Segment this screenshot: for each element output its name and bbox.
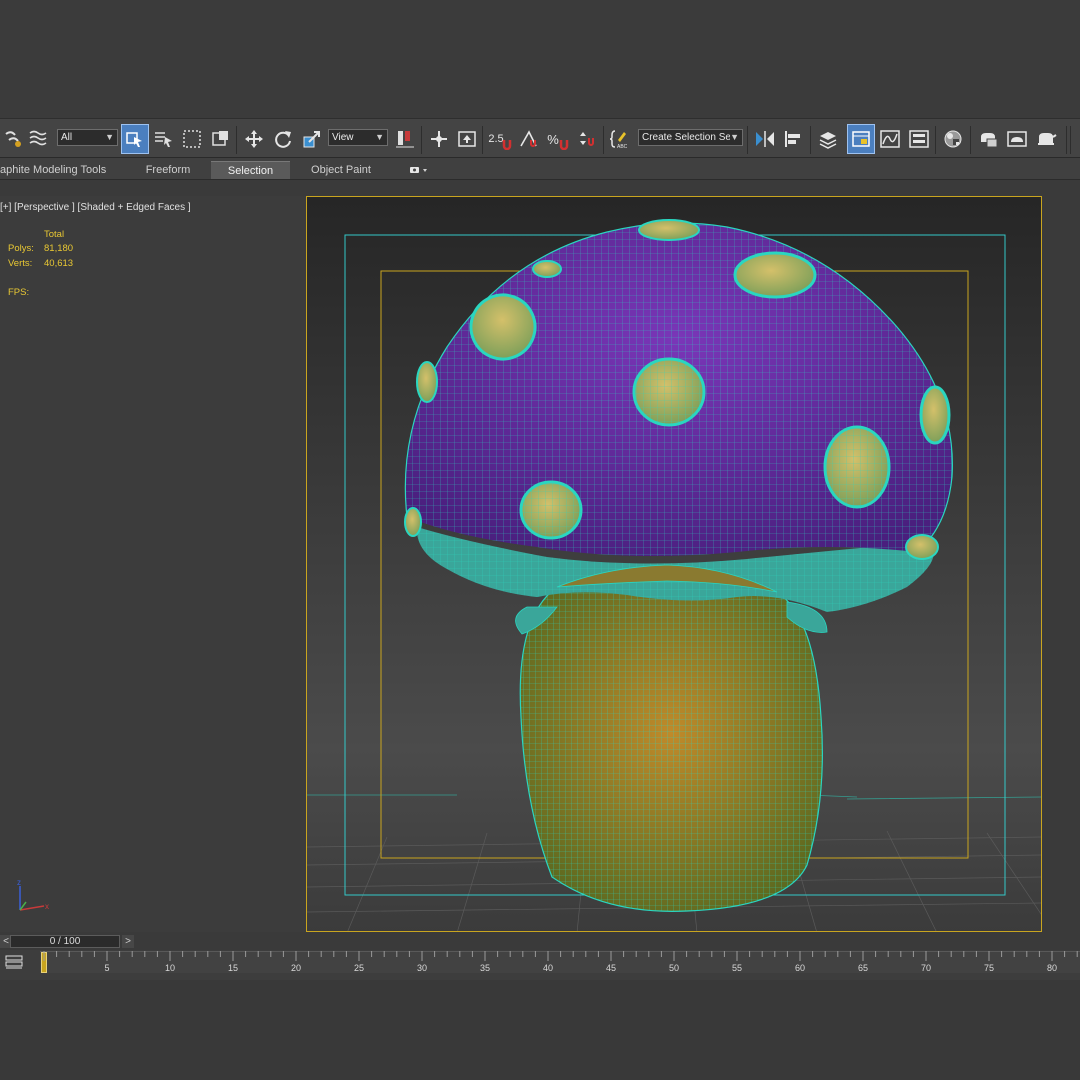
toolbar-separator [421,126,422,154]
mirror-icon[interactable] [751,124,779,154]
status-area [0,980,1080,1080]
chevron-down-icon: ▼ [730,132,739,142]
render-icon[interactable] [1032,124,1060,154]
timeline-tick-label: 70 [920,963,932,973]
align-icon[interactable] [780,124,808,154]
chevron-down-icon: ▼ [375,132,384,142]
time-next-button[interactable]: > [122,935,134,948]
reference-coordinate-dropdown[interactable]: View ▼ [328,129,388,146]
toolbar-separator [236,126,237,154]
toolbar-separator [1066,126,1067,154]
stats-polys-value: 81,180 [44,243,74,254]
selection-filter-dropdown[interactable]: All ▼ [57,129,118,146]
timeline-tick-label: 80 [1046,963,1058,973]
window-crossing-icon[interactable] [207,124,235,154]
left-viewport-area [0,196,306,932]
pivot-icon[interactable] [391,124,419,154]
reference-coordinate-value: View [332,132,354,143]
timeline-tick-label: 50 [668,963,680,973]
time-slider[interactable]: 0 / 100 [10,935,120,948]
stats-fps-label: FPS: [8,287,30,298]
select-by-name-icon[interactable] [150,124,178,154]
bind-icon[interactable] [24,124,52,154]
time-slider-bar [0,932,1080,950]
mushroom-stem [519,586,823,912]
tab-freeform[interactable]: Freeform [130,161,206,179]
spinner-snap-icon[interactable] [573,124,601,154]
timeline-tick-label: 25 [353,963,365,973]
rect-region-icon[interactable] [178,124,206,154]
percent-snap-icon[interactable]: % [544,124,572,154]
angle-snap-icon[interactable] [515,124,543,154]
edit-named-set-icon[interactable]: ABC [607,124,635,154]
named-selection-set-dropdown[interactable]: Create Selection Se ▼ [638,129,743,146]
timeline-tick-label: 45 [605,963,617,973]
timeline-tick-label: 15 [227,963,239,973]
chevron-down-icon: ▼ [105,132,114,142]
window-top-area [0,0,1080,118]
viewport-scene [307,197,1041,931]
percent-snap-label: % [547,131,559,147]
stats-verts-value: 40,613 [44,258,74,269]
toolbar-separator [747,126,748,154]
timeline-tick-label: 35 [479,963,491,973]
timeline-tick-label: 5 [104,963,110,973]
viewport-label[interactable]: [+] [Perspective ] [Shaded + Edged Faces… [0,202,191,213]
svg-text:ABC: ABC [617,144,628,150]
scale-icon[interactable] [298,124,326,154]
timeline-ticks [43,951,1078,961]
tab-object-paint[interactable]: Object Paint [298,161,384,179]
ribbon-options-icon[interactable] [406,161,432,179]
material-editor-icon[interactable] [939,124,967,154]
ribbon-title[interactable]: aphite Modeling Tools [0,161,110,179]
filter-track-icon[interactable] [4,954,24,972]
toolbar-separator [603,126,604,154]
toolbar-separator [935,126,936,154]
toolbar-separator [810,126,811,154]
timeline-tick-label: 75 [983,963,995,973]
keyboard-shortcut-icon[interactable] [453,124,481,154]
timeline-tick-label: 20 [290,963,302,973]
snap-toggle-icon[interactable]: 2.5 [486,124,514,154]
toolbar-separator [970,126,971,154]
axis-x-label: x [45,902,49,911]
stats-polys-label: Polys: [8,243,34,254]
rotate-icon[interactable] [269,124,297,154]
selection-filter-value: All [61,132,73,143]
curve-editor-icon[interactable] [876,124,904,154]
layer-manager-icon[interactable] [814,124,842,154]
timeline-tick-label: 65 [857,963,869,973]
timeline-tick-label: 40 [542,963,554,973]
toolbar-separator [482,126,483,154]
perspective-viewport[interactable] [306,196,1042,932]
stats-verts-label: Verts: [8,258,33,269]
timeline-tick-label: 60 [794,963,806,973]
scene-explorer-icon[interactable] [847,124,875,154]
schematic-view-icon[interactable] [905,124,933,154]
rendered-frame-icon[interactable] [1003,124,1031,154]
toolbar-separator [1070,126,1071,154]
move-icon[interactable] [240,124,268,154]
timeline-tick-label: 10 [164,963,176,973]
tab-selection[interactable]: Selection [211,161,290,179]
select-manipulate-icon[interactable] [425,124,453,154]
select-object-icon[interactable] [121,124,149,154]
named-selection-set-value: Create Selection Se [642,132,730,143]
render-setup-icon[interactable] [974,124,1002,154]
axis-tripod-icon: z x [12,876,52,916]
axis-z-label: z [17,878,21,887]
stats-total-header: Total [44,229,65,240]
timeline-tick-label: 55 [731,963,743,973]
timeline-tick-label: 30 [416,963,428,973]
